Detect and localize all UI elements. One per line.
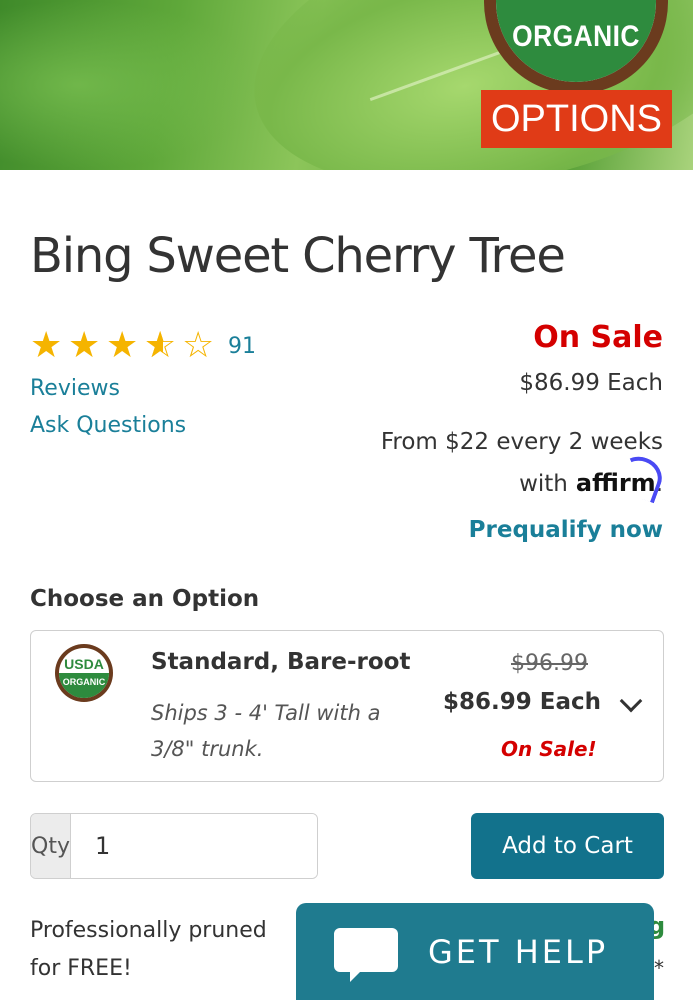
organic-seal: ORGANIC xyxy=(484,0,668,94)
financing-text: From $22 every 2 weeks xyxy=(380,429,663,455)
organic-seal-text: ORGANIC xyxy=(512,20,640,53)
star-full-icon: ★ xyxy=(68,325,101,366)
star-half-icon: ☆ ★ xyxy=(144,325,177,366)
usda-organic-icon: USDA ORGANIC xyxy=(55,644,113,702)
qty-label: Qty xyxy=(31,814,71,878)
add-to-cart-button[interactable]: Add to Cart xyxy=(471,813,664,879)
option-selector[interactable]: USDA ORGANIC Standard, Bare-root Ships 3… xyxy=(30,630,664,782)
prequalify-link[interactable]: Prequalify now xyxy=(469,517,663,543)
choose-option-heading: Choose an Option xyxy=(30,586,260,612)
hero-banner: ORGANIC OPTIONS xyxy=(0,0,693,170)
get-help-label: GET HELP xyxy=(428,932,609,971)
options-tag: OPTIONS xyxy=(481,90,672,148)
star-full-icon: ★ xyxy=(30,325,63,366)
star-rating[interactable]: ★ ★ ★ ☆ ★ ☆ 91 xyxy=(30,328,256,364)
reviews-link[interactable]: Reviews xyxy=(30,376,120,401)
star-full-icon: ★ xyxy=(106,325,139,366)
asterisk: * xyxy=(654,956,664,980)
financing-with: with xyxy=(519,471,568,497)
free-pruning-note: Professionally pruned for FREE! xyxy=(30,918,267,981)
price-each: $86.99 Each xyxy=(519,370,663,396)
quantity-field: Qty xyxy=(30,813,318,879)
get-help-button[interactable]: GET HELP xyxy=(296,903,654,1000)
qty-input[interactable] xyxy=(70,814,317,878)
product-title: Bing Sweet Cherry Tree xyxy=(30,228,566,284)
option-old-price: $96.99 xyxy=(511,651,588,676)
option-name: Standard, Bare-root xyxy=(151,649,411,675)
option-description: Ships 3 - 4' Tall with a 3/8" trunk. xyxy=(151,701,381,761)
review-count[interactable]: 91 xyxy=(228,334,256,359)
financing-affirm: with affirm . xyxy=(519,450,668,504)
ask-questions-link[interactable]: Ask Questions xyxy=(30,413,186,438)
on-sale-label: On Sale xyxy=(533,320,663,355)
affirm-logo: affirm xyxy=(576,450,668,504)
option-new-price: $86.99 Each xyxy=(443,689,602,715)
star-empty-icon: ☆ xyxy=(182,325,215,366)
option-sale-note: On Sale! xyxy=(501,737,597,761)
hero-leaf-blur xyxy=(0,0,260,170)
chat-icon xyxy=(334,927,398,982)
chevron-down-icon[interactable] xyxy=(619,689,643,713)
